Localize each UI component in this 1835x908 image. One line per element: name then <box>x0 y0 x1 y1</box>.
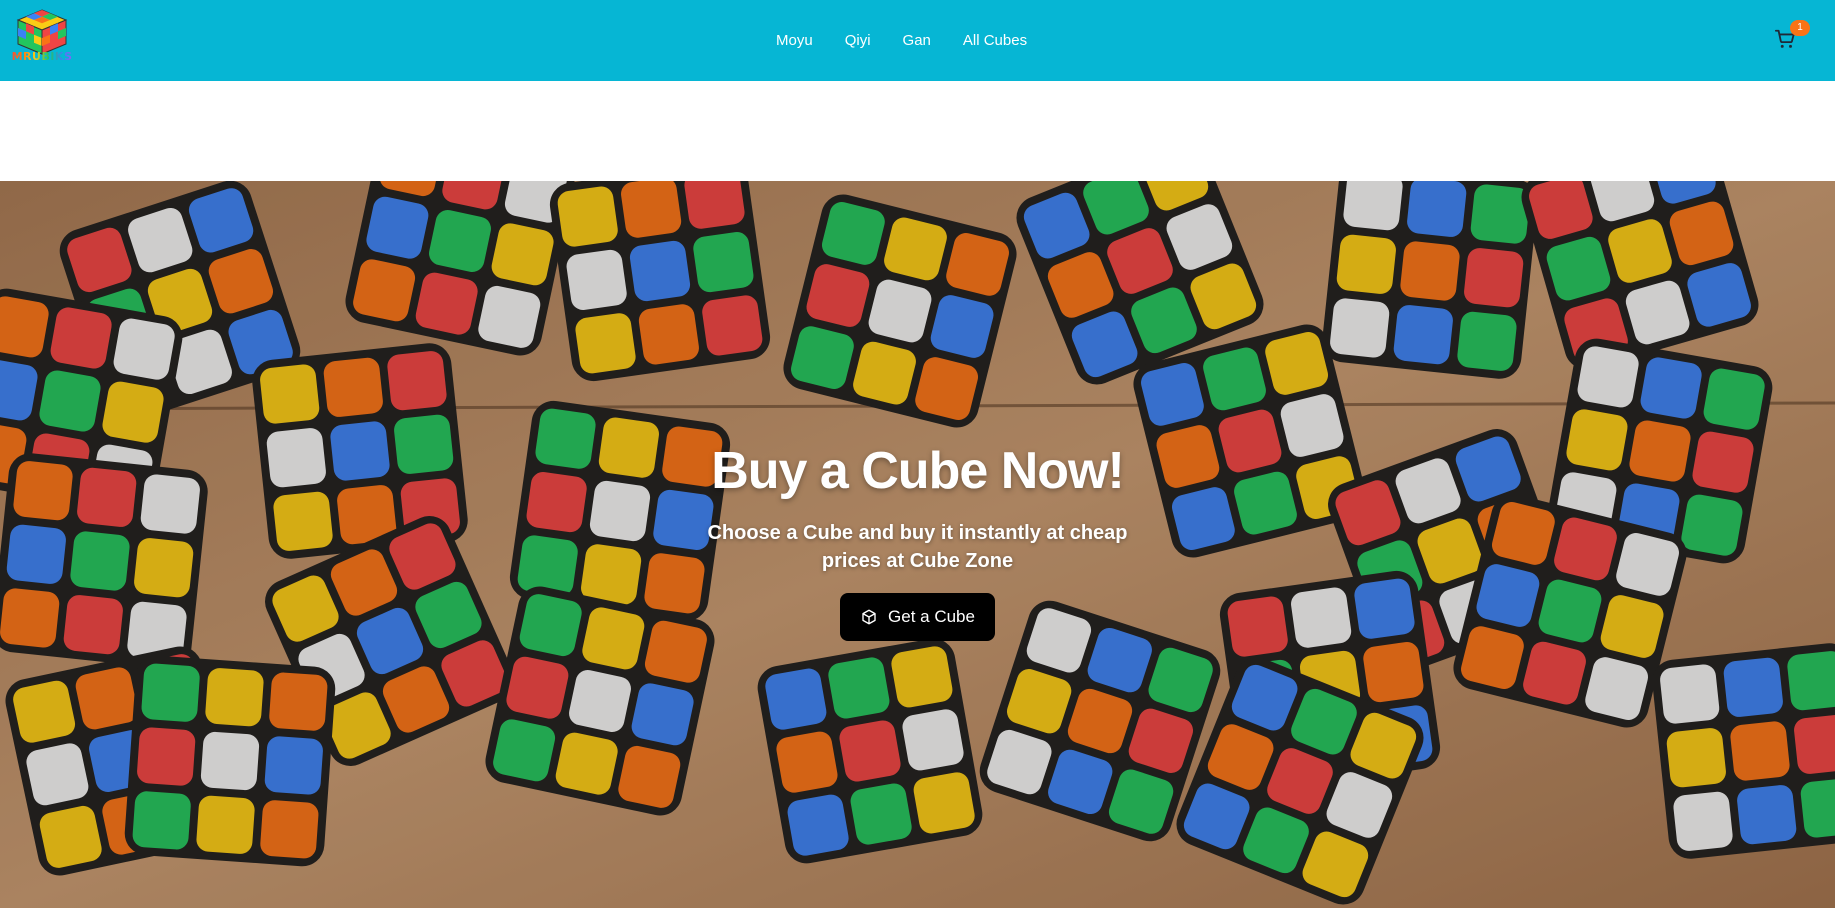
rubiks-cube-logo-icon <box>16 9 68 55</box>
main-nav: Moyu Qiyi Gan All Cubes <box>776 0 1059 81</box>
hero-section: Buy a Cube Now! Choose a Cube and buy it… <box>0 181 1835 908</box>
nav-link-gan[interactable]: Gan <box>903 32 931 49</box>
get-a-cube-button[interactable]: Get a Cube <box>840 593 995 641</box>
nav-link-all-cubes[interactable]: All Cubes <box>963 32 1027 49</box>
site-header: MRUBIKS Moyu Qiyi Gan All Cubes 1 <box>0 0 1835 81</box>
cart-button[interactable]: 1 <box>1772 20 1810 54</box>
logo-text: MRUBIKS <box>8 50 76 63</box>
hero-content: Buy a Cube Now! Choose a Cube and buy it… <box>0 441 1835 641</box>
cart-count-badge: 1 <box>1790 20 1810 36</box>
nav-link-moyu[interactable]: Moyu <box>776 32 813 49</box>
cube-icon <box>862 609 876 625</box>
hero-subtitle: Choose a Cube and buy it instantly at ch… <box>707 522 1128 572</box>
get-a-cube-label: Get a Cube <box>888 607 975 626</box>
nav-link-qiyi[interactable]: Qiyi <box>845 32 871 49</box>
logo[interactable]: MRUBIKS <box>8 8 76 66</box>
hero-title: Buy a Cube Now! <box>711 442 1125 500</box>
